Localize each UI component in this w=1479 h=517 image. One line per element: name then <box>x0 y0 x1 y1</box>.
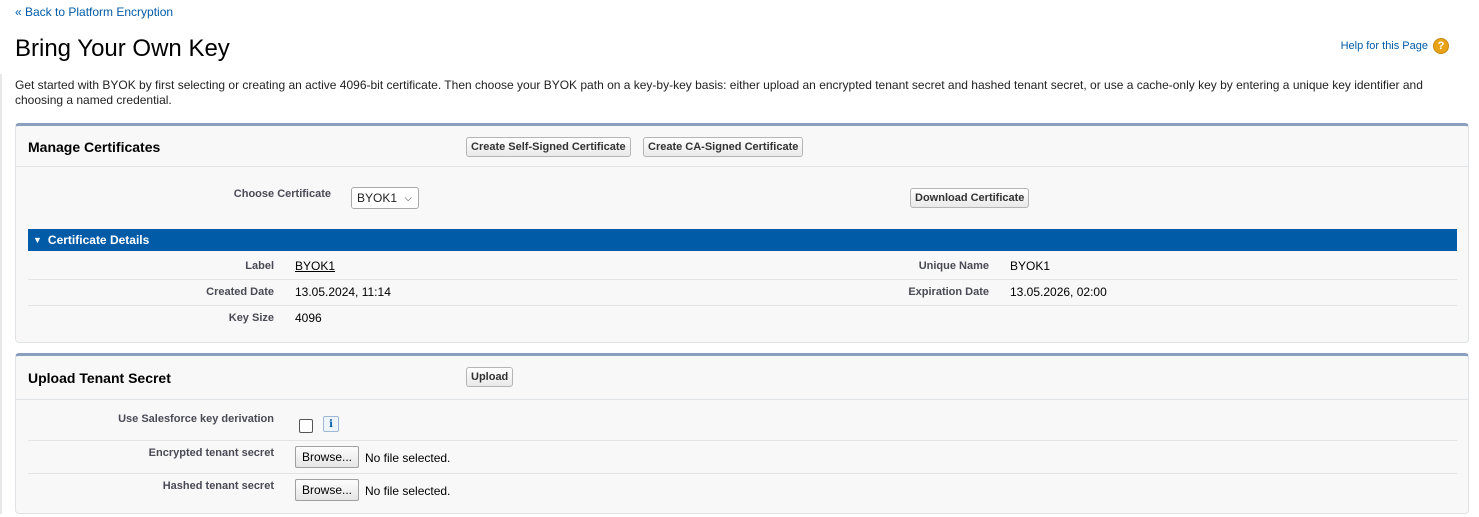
upload-tenant-secret-title: Upload Tenant Secret <box>28 370 171 386</box>
hashed-tenant-secret-label: Hashed tenant secret <box>162 480 274 492</box>
selected-certificate-value: BYOK1 <box>357 191 398 205</box>
upload-tenant-secret-header: Upload Tenant Secret Upload <box>16 356 1468 400</box>
key-size-value: 4096 <box>295 311 322 325</box>
info-icon[interactable]: i <box>323 416 339 432</box>
expiration-date-label: Expiration Date <box>908 286 989 298</box>
manage-certificates-header: Manage Certificates Create Self-Signed C… <box>16 126 1468 167</box>
key-size-label: Key Size <box>228 312 274 324</box>
unique-name-label: Unique Name <box>918 260 989 272</box>
row-divider <box>28 305 1457 306</box>
page-intro: Get started with BYOK by first selecting… <box>15 78 1423 107</box>
create-self-signed-certificate-button[interactable]: Create Self-Signed Certificate <box>466 137 631 157</box>
row-divider <box>28 473 1457 474</box>
chevron-down-icon: ⌵ <box>404 192 412 204</box>
back-to-platform-encryption-link[interactable]: « Back to Platform Encryption <box>15 5 173 19</box>
left-edge-divider <box>0 74 2 514</box>
encrypted-tenant-secret-browse-button[interactable]: Browse... <box>295 446 360 468</box>
row-divider <box>28 279 1457 280</box>
manage-certificates-section: Manage Certificates Create Self-Signed C… <box>15 123 1469 343</box>
created-date-value: 13.05.2024, 11:14 <box>295 285 391 299</box>
label-field-label: Label <box>245 260 274 272</box>
help-link-label: Help for this Page <box>1340 40 1428 52</box>
certificate-details-title: Certificate Details <box>47 233 150 247</box>
choose-certificate-select[interactable]: BYOK1 ⌵ <box>351 187 419 209</box>
unique-name-value: BYOK1 <box>1010 259 1051 273</box>
collapse-triangle-icon: ▼ <box>33 235 42 245</box>
certificate-label-link[interactable]: BYOK1 <box>295 259 335 273</box>
key-derivation-label: Use Salesforce key derivation <box>118 413 274 425</box>
page-title: Bring Your Own Key <box>15 35 230 62</box>
encrypted-tenant-secret-label: Encrypted tenant secret <box>148 447 274 459</box>
key-derivation-checkbox[interactable] <box>299 419 313 433</box>
upload-tenant-secret-section: Upload Tenant Secret Upload Use Salesfor… <box>15 353 1469 514</box>
created-date-label: Created Date <box>206 286 274 298</box>
certificate-details-toggle[interactable]: ▼ Certificate Details <box>28 229 1457 251</box>
choose-certificate-label: Choose Certificate <box>233 188 331 200</box>
manage-certificates-title: Manage Certificates <box>28 139 161 155</box>
create-ca-signed-certificate-button[interactable]: Create CA-Signed Certificate <box>643 137 804 157</box>
download-certificate-button[interactable]: Download Certificate <box>910 188 1030 208</box>
hashed-tenant-secret-browse-button[interactable]: Browse... <box>295 479 360 501</box>
expiration-date-value: 13.05.2026, 02:00 <box>1010 285 1107 299</box>
help-for-this-page-link[interactable]: Help for this Page ? <box>1341 38 1449 54</box>
row-divider <box>28 440 1457 441</box>
help-icon[interactable]: ? <box>1433 38 1449 54</box>
hashed-tenant-secret-file-status: No file selected. <box>365 484 451 498</box>
upload-button[interactable]: Upload <box>466 367 514 387</box>
encrypted-tenant-secret-file-status: No file selected. <box>365 451 451 465</box>
